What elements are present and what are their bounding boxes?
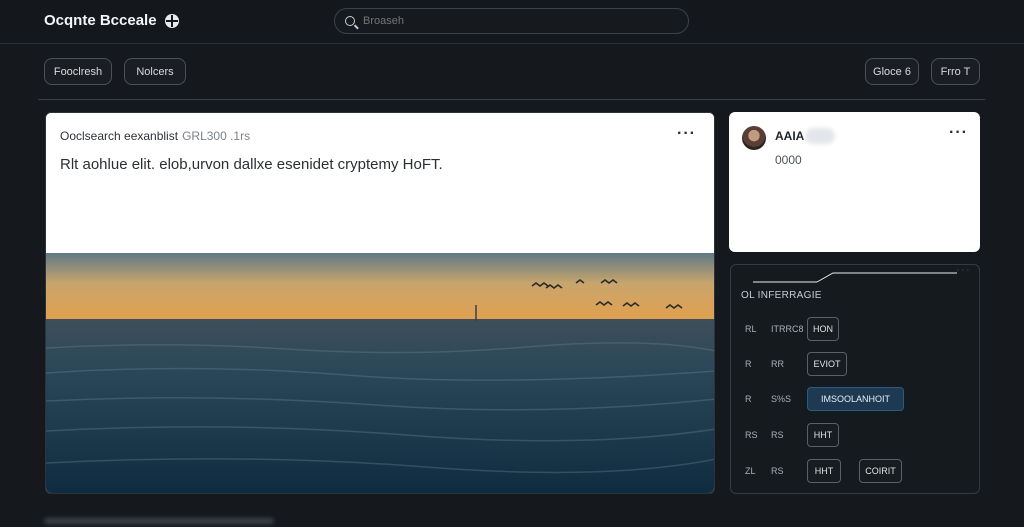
sunset-ocean-image [46,253,714,493]
section-divider [38,99,985,100]
panel-more-options-icon[interactable]: ··· [956,264,971,276]
profile-card: AAIA 0000 ··· [729,112,980,252]
post-header: Ooclsearch eexanblist GRL300 .1rs ··· Rlt… [46,113,714,253]
post-meta: Ooclsearch eexanblist GRL300 .1rs [60,129,250,143]
top-bar: Ocqnte Bcceale [0,0,1024,44]
post-text: Rlt aohlue elit. elob,urvon dallxe eseni… [60,156,443,173]
filter-button-right-0[interactable]: Gloce 6 [865,58,919,85]
row-tag-selected[interactable]: IMSOOLANHOIT [807,387,904,411]
row-tag[interactable]: HHT [807,423,839,447]
row-value: RR [771,359,784,369]
row-tag[interactable]: EVIOT [807,352,847,376]
profile-more-options-icon[interactable]: ··· [949,125,968,141]
panel-row: RL ITRRC8 HON [731,317,981,341]
panel-row: ZL RS HHT COIRIT [731,459,981,483]
timeline-slider[interactable] [747,272,957,286]
search-icon [345,16,355,26]
post-card: Ooclsearch eexanblist GRL300 .1rs ··· Rlt… [45,112,715,494]
app-brand[interactable]: Ocqnte Bcceale [44,12,179,29]
footer-text-blurred [44,518,274,524]
more-options-icon[interactable]: ··· [677,126,696,142]
row-key: R [745,394,752,404]
panel-row: R S%S IMSOOLANHOIT [731,387,981,411]
panel-row: R RR EVIOT [731,352,981,376]
filter-button-left-0[interactable]: Fooclresh [44,58,112,85]
row-value: S%S [771,394,792,404]
app-title: Ocqnte Bcceale [44,12,157,29]
panel-row: RS RS HHT [731,423,981,447]
profile-handle-blurred [805,128,835,144]
row-key: ZL [745,466,756,476]
post-date: GRL300 .1rs [182,129,251,143]
profile-name[interactable]: AAIA [775,129,804,143]
profile-count: 0000 [775,153,802,167]
row-value: RS [771,430,784,440]
avatar[interactable] [742,126,766,150]
post-author[interactable]: Ooclsearch eexanblist [60,129,178,143]
row-tag[interactable]: HON [807,317,839,341]
row-value: ITRRC8 [771,324,804,334]
row-value: RS [771,466,784,476]
search-bar[interactable] [334,8,689,34]
row-tag[interactable]: COIRIT [859,459,902,483]
globe-icon [164,13,179,28]
filter-button-left-1[interactable]: Nolcers [124,58,186,85]
post-image[interactable] [46,253,714,493]
settings-panel: ··· OL INFERRAGIE RL ITRRC8 HON R RR EVI… [730,264,980,494]
filter-button-right-1[interactable]: Frro T [931,58,980,85]
row-tag[interactable]: HHT [807,459,841,483]
row-key: RS [745,430,758,440]
search-input[interactable] [363,15,663,27]
row-key: R [745,359,752,369]
panel-title: OL INFERRAGIE [741,290,822,301]
row-key: RL [745,324,757,334]
